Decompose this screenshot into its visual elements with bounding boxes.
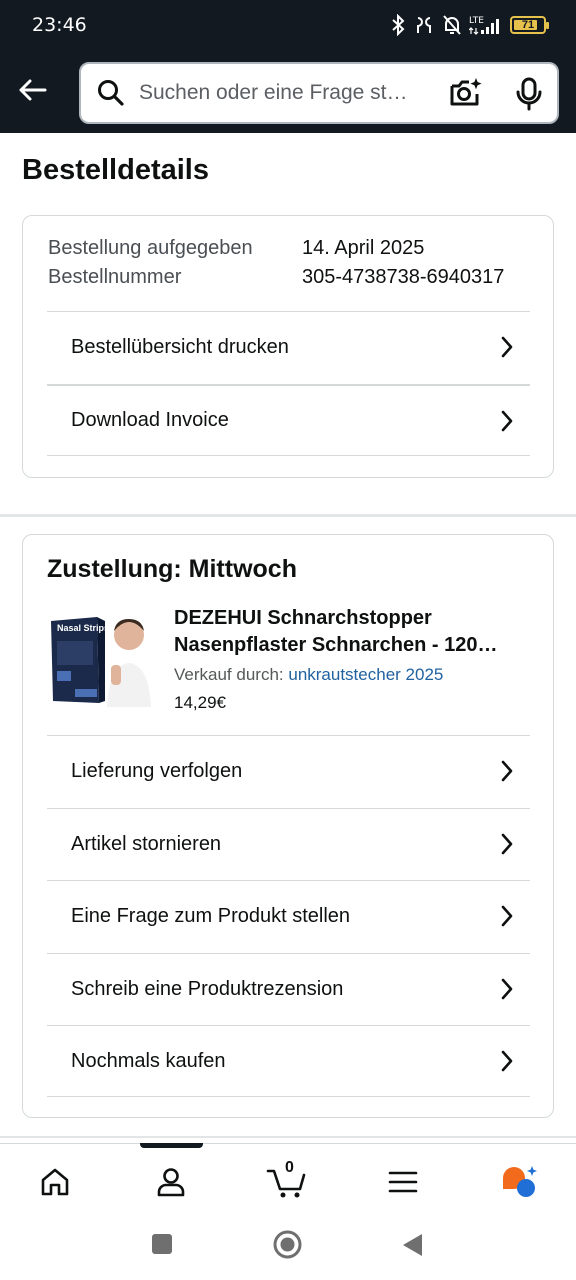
product-price: 14,29€ [174, 693, 226, 712]
page-title: Bestelldetails [22, 154, 209, 186]
track-delivery-row[interactable]: Lieferung verfolgen [47, 735, 530, 807]
order-number-label: Bestellnummer [48, 266, 182, 288]
order-number-value: 305-4738738-6940317 [302, 266, 505, 288]
delivery-title: Zustellung: Mittwoch [47, 555, 297, 583]
buy-again-row[interactable]: Nochmals kaufen [47, 1025, 530, 1097]
product-title[interactable]: DEZEHUI Schnarchstopper Nasenpflaster Sc… [174, 605, 524, 659]
download-invoice-label: Download Invoice [71, 409, 229, 431]
seller-link[interactable]: unkrautstecher 2025 [288, 665, 443, 684]
chevron-right-icon [501, 905, 513, 927]
search-input[interactable] [139, 72, 439, 114]
system-nav-bar [0, 1213, 576, 1280]
status-icons: LTE 71 [390, 12, 549, 38]
back-triangle-icon[interactable] [401, 1233, 423, 1257]
print-summary-label: Bestellübersicht drucken [71, 336, 289, 358]
status-time: 23:46 [32, 14, 87, 36]
camera-search-icon[interactable] [449, 76, 483, 110]
nav-cart[interactable]: 0 [266, 1159, 308, 1202]
svg-text:Nasal Strips: Nasal Strips [57, 623, 109, 633]
product-title-line2: Nasenpflaster Schnarchen - 120… [174, 634, 498, 656]
product-image[interactable]: Nasal Strips [49, 605, 151, 707]
chevron-right-icon [501, 410, 513, 432]
chevron-right-icon [501, 978, 513, 1000]
nav-account[interactable] [151, 1162, 191, 1202]
back-arrow-icon [19, 79, 47, 101]
seller-info: Verkauf durch: unkrautstecher 2025 [174, 665, 443, 685]
chevron-right-icon [501, 336, 513, 358]
chevron-right-icon [501, 1050, 513, 1072]
ask-question-label: Eine Frage zum Produkt stellen [71, 905, 351, 927]
svg-text:LTE: LTE [469, 16, 484, 26]
track-delivery-label: Lieferung verfolgen [71, 760, 243, 782]
cart-count: 0 [285, 1159, 294, 1176]
write-review-row[interactable]: Schreib eine Produktrezension [47, 953, 530, 1025]
earbuds-icon [417, 17, 431, 33]
recents-square-icon[interactable] [151, 1233, 173, 1255]
write-review-label: Schreib eine Produktrezension [71, 978, 344, 1000]
back-button[interactable] [14, 72, 50, 108]
order-date-value: 14. April 2025 [302, 237, 425, 259]
battery-icon: 71 [510, 16, 549, 34]
cancel-item-row[interactable]: Artikel stornieren [47, 808, 530, 880]
cancel-item-label: Artikel stornieren [71, 833, 222, 855]
order-date-label: Bestellung aufgegeben [48, 237, 253, 259]
app-header [0, 52, 576, 133]
buy-again-label: Nochmals kaufen [71, 1049, 226, 1072]
seller-label: Verkauf durch: [174, 665, 284, 684]
chevron-right-icon [501, 833, 513, 855]
nav-rufus[interactable] [499, 1162, 539, 1202]
content-end-divider [0, 1136, 576, 1138]
bluetooth-icon [392, 14, 405, 36]
print-summary-row[interactable]: Bestellübersicht drucken [47, 311, 530, 383]
chevron-right-icon [501, 760, 513, 782]
section-divider [0, 514, 576, 517]
ask-question-row[interactable]: Eine Frage zum Produkt stellen [47, 880, 530, 952]
home-circle-icon[interactable] [273, 1230, 302, 1259]
nav-menu[interactable] [383, 1162, 423, 1202]
microphone-icon[interactable] [515, 77, 543, 111]
mute-bell-icon [443, 15, 461, 35]
product-title-line1: DEZEHUI Schnarchstopper [174, 607, 432, 629]
signal-icon: LTE [469, 16, 499, 35]
status-bar: 23:46 LTE 71 [0, 0, 576, 52]
delivery-card: Zustellung: Mittwoch Nasal Strips DEZEHU… [22, 534, 554, 1118]
rufus-icon [503, 1166, 537, 1197]
nav-home[interactable] [35, 1162, 75, 1202]
download-invoice-row[interactable]: Download Invoice [47, 384, 530, 456]
home-icon [41, 1168, 69, 1196]
search-bar[interactable] [79, 62, 559, 124]
account-icon [157, 1168, 185, 1197]
active-tab-indicator [140, 1143, 203, 1148]
menu-icon [388, 1171, 418, 1193]
search-icon [98, 80, 124, 106]
order-info-card: Bestellung aufgegeben 14. April 2025 Bes… [22, 215, 554, 478]
bottom-nav: 0 [0, 1143, 576, 1213]
